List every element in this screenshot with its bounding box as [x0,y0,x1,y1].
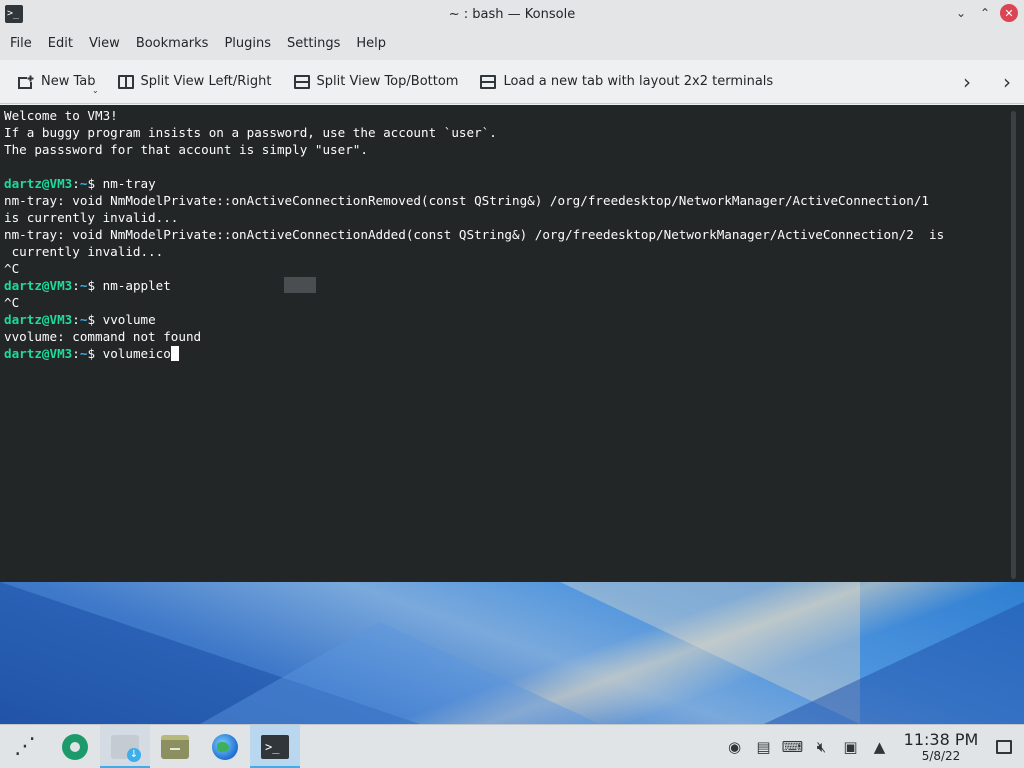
terminal-output[interactable]: Welcome to VM3! If a buggy program insist… [0,105,1024,362]
menu-view[interactable]: View [81,28,128,60]
terminal-scrollbar[interactable] [1011,111,1016,579]
application-launcher-icon: ⋰ [14,734,36,759]
konsole-app-icon[interactable]: >_ [5,5,23,23]
prompt-symbol: $ [87,346,103,361]
maximize-button[interactable]: ⌃ [976,4,994,22]
vault-icon[interactable]: ◉ [720,725,749,768]
clock-date: 5/8/22 [921,749,961,763]
window-title: ~ : bash — Konsole [448,6,576,22]
terminal-prompt-line: dartz@VM3:~$ nm-applet [4,277,1024,294]
menubar: File Edit View Bookmarks Plugins Setting… [0,28,1024,60]
tray-expand-arrow-icon[interactable]: ▲ [865,725,894,768]
digital-clock[interactable]: 11:38 PM 5/8/22 [898,730,984,764]
terminal-cursor [170,346,179,361]
clipboard-icon[interactable]: ▤ [749,725,778,768]
discover-icon [111,734,141,762]
prompt-user: dartz@VM3 [4,278,73,293]
system-settings-icon [62,733,88,760]
web-browser-icon [212,733,238,760]
menu-edit[interactable]: Edit [40,28,81,60]
window-titlebar[interactable]: >_ ~ : bash — Konsole ⌄ ⌃ ✕ [0,0,1024,28]
prompt-symbol: $ [87,278,103,293]
split-vertical-icon [293,74,310,89]
layout-icon [480,74,497,89]
terminal-output-line: ^C [4,261,20,276]
prompt-command: volumeico [102,346,171,361]
prompt-command: vvolume [102,312,156,327]
konsole-icon: >_ [261,734,289,759]
terminal-prompt-line: dartz@VM3:~$ volumeico [4,345,1024,362]
prompt-command: nm-applet [102,278,171,293]
prompt-separator: : [72,176,80,191]
prompt-separator: : [72,346,80,361]
file-manager-icon [161,734,189,759]
terminal-output-line: nm-tray: void NmModelPrivate::onActiveCo… [4,227,945,242]
show-desktop-button[interactable] [984,725,1024,768]
new-tab-button[interactable]: New Tab ⌄ [10,67,104,97]
load-layout-button[interactable]: Load a new tab with layout 2x2 terminals [472,67,781,97]
terminal-prompt-line: dartz@VM3:~$ vvolume [4,311,1024,328]
prompt-symbol: $ [87,312,103,327]
clock-time: 11:38 PM [903,730,979,749]
split-view-left-right-label: Split View Left/Right [140,74,272,89]
split-horizontal-icon [117,74,134,89]
menu-file[interactable]: File [2,28,40,60]
system-tray: ◉ ▤ ⌨ 🔇︎ ▣ ▲ 11:38 PM 5/8/22 [720,725,1024,768]
prompt-symbol: $ [87,176,103,191]
terminal-output-line: If a buggy program insists on a password… [4,125,497,140]
menu-help[interactable]: Help [348,28,394,60]
konsole-task[interactable]: >_ [250,724,300,768]
terminal-output-line: The passsword for that account is simply… [4,142,368,157]
terminal-output-line: is currently invalid... [4,210,179,225]
menu-plugins[interactable]: Plugins [216,28,279,60]
web-browser-task[interactable] [200,725,250,768]
prompt-user: dartz@VM3 [4,176,73,191]
menu-bookmarks[interactable]: Bookmarks [128,28,217,60]
terminal-output-line: ^C [4,295,20,310]
prompt-user: dartz@VM3 [4,346,73,361]
close-button[interactable]: ✕ [1000,4,1018,22]
minimize-button[interactable]: ⌄ [952,4,970,22]
desktop-wallpaper [0,582,1024,724]
toolbar-extension-chevron-right-icon[interactable]: › [992,67,1022,97]
konsole-window: >_ ~ : bash — Konsole ⌄ ⌃ ✕ File Edit Vi… [0,0,1024,582]
wallpaper-facet [764,602,1024,724]
chevron-down-icon[interactable]: ⌄ [92,86,99,95]
prompt-separator: : [72,312,80,327]
network-icon[interactable]: ▣ [836,725,865,768]
new-tab-label: New Tab [41,74,96,89]
discover-task[interactable] [100,724,150,768]
load-layout-label: Load a new tab with layout 2x2 terminals [503,74,774,89]
volume-muted-icon[interactable]: 🔇︎ [807,725,836,768]
file-manager-task[interactable] [150,725,200,768]
toolbar-overflow-chevron-right-icon[interactable]: › [952,67,982,97]
new-tab-icon [18,74,34,89]
terminal-prompt-line: dartz@VM3:~$ nm-tray [4,175,1024,192]
taskbar-panel: ⋰ >_ ◉ ▤ ⌨ 🔇︎ ▣ ▲ 11:38 PM 5/8/22 [0,724,1024,768]
show-desktop-icon [996,740,1012,754]
application-launcher-button[interactable]: ⋰ [0,725,50,768]
keyboard-icon[interactable]: ⌨ [778,725,807,768]
terminal-artifact [284,277,316,293]
prompt-separator: : [72,278,80,293]
terminal-output-line: nm-tray: void NmModelPrivate::onActiveCo… [4,193,930,208]
terminal-output-line: vvolume: command not found [4,329,202,344]
prompt-command: nm-tray [102,176,156,191]
terminal-view[interactable]: Welcome to VM3! If a buggy program insist… [0,105,1024,582]
main-toolbar: New Tab ⌄ Split View Left/Right Split Vi… [0,60,1024,104]
terminal-output-line: currently invalid... [4,244,164,259]
split-view-left-right-button[interactable]: Split View Left/Right [110,67,280,97]
prompt-user: dartz@VM3 [4,312,73,327]
split-view-top-bottom-button[interactable]: Split View Top/Bottom [286,67,467,97]
wallpaper-facet [200,622,600,724]
system-settings-task[interactable] [50,725,100,768]
window-controls: ⌄ ⌃ ✕ [952,4,1018,22]
menu-settings[interactable]: Settings [279,28,348,60]
split-view-top-bottom-label: Split View Top/Bottom [316,74,459,89]
terminal-output-line: Welcome to VM3! [4,108,118,123]
